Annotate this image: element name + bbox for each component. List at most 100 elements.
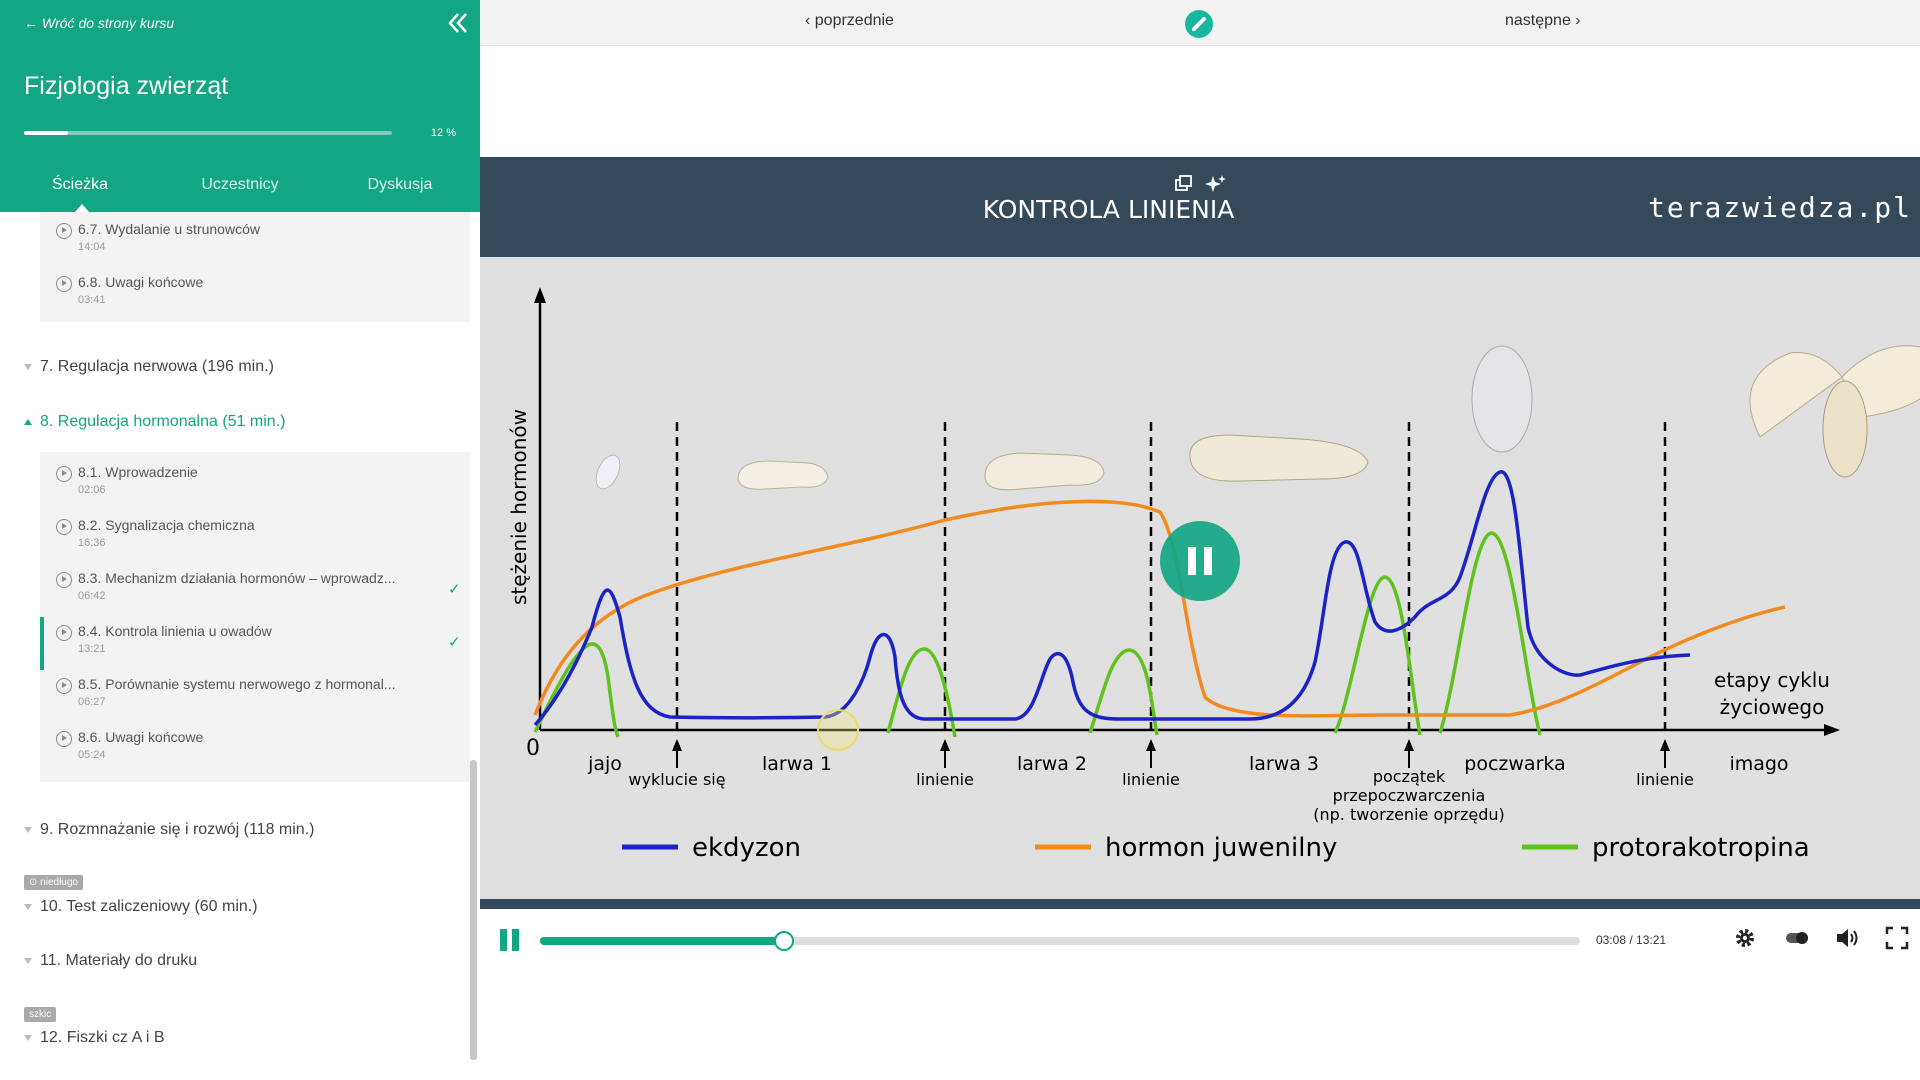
seek-handle[interactable]	[774, 931, 795, 951]
lesson-item[interactable]: 8.2. Sygnalizacja chemiczna 16:36	[40, 511, 470, 564]
section-title: 11. Materiały do druku	[40, 952, 198, 969]
stage-label: poczwarka	[1464, 753, 1565, 775]
play-circle-icon	[56, 625, 72, 641]
lesson-item[interactable]: 6.7. Wydalanie u strunowców 14:04	[40, 215, 470, 268]
event-label: linienie	[916, 770, 974, 789]
video-title-banner: KONTROLA LINIENIA terazwiedza.pl	[480, 157, 1920, 257]
tab-participants[interactable]: Uczestnicy	[160, 176, 320, 194]
lesson-title: 8.3. Mechanizm działania hormonów – wpro…	[78, 570, 396, 586]
origin-label: 0	[526, 736, 540, 761]
video-player[interactable]: KONTROLA LINIENIA terazwiedza.pl 0 stęże…	[480, 157, 1920, 909]
play-circle-icon	[56, 466, 72, 482]
lesson-title: 6.8. Uwagi końcowe	[78, 274, 204, 290]
time-readout: 03:08 / 13:21	[1596, 933, 1667, 947]
sidebar-header: ← Wróć do strony kursu Fizjologia zwierz…	[0, 0, 480, 212]
play-circle-icon	[56, 276, 72, 292]
event-label: wyklucie się	[628, 770, 725, 789]
lesson-title: 8.4. Kontrola linienia u owadów	[78, 623, 272, 639]
volume-icon[interactable]	[1834, 925, 1860, 951]
course-sidebar: ← Wróć do strony kursu Fizjologia zwierz…	[0, 0, 480, 1080]
seek-bar-progress	[540, 937, 785, 945]
section-9[interactable]: 9. Rozmnażanie się i rozwój (118 min.)	[24, 821, 314, 839]
lesson-title: 8.6. Uwagi końcowe	[78, 729, 204, 745]
play-circle-icon	[56, 731, 72, 747]
caret-down-icon	[24, 1034, 32, 1041]
lesson-duration: 03:41	[78, 294, 106, 306]
stage-label: jajo	[587, 753, 622, 775]
edit-button[interactable]	[1185, 10, 1213, 38]
series-protorakotropina-peak-5	[1438, 531, 1542, 736]
pause-icon	[500, 929, 507, 951]
lesson-item[interactable]: 8.5. Porównanie systemu nerwowego z horm…	[40, 670, 470, 723]
lesson-navigation: ‹ poprzednie następne ›	[480, 0, 1920, 46]
fullscreen-icon[interactable]	[1884, 925, 1910, 951]
moth-illustration	[1749, 345, 1920, 478]
section-title: 12. Fiszki cz A i B	[40, 1029, 165, 1046]
section-12[interactable]: 12. Fiszki cz A i B	[24, 1029, 164, 1047]
course-progress-text: 12 %	[430, 127, 456, 139]
larva-illustration-3	[1189, 434, 1369, 482]
sparkles-icon[interactable]	[1204, 173, 1228, 195]
lesson-title: 8.1. Wprowadzenie	[78, 464, 198, 480]
badge-label: niedługo	[40, 877, 78, 888]
x-axis-arrow-icon	[1824, 724, 1840, 736]
lesson-duration: 16:36	[78, 537, 106, 549]
toggle-switch-icon[interactable]	[1784, 925, 1810, 951]
series-ekdyzon	[533, 470, 1691, 727]
lesson-item[interactable]: 8.3. Mechanizm działania hormonów – wpro…	[40, 564, 470, 617]
lesson-item[interactable]: 6.8. Uwagi końcowe 03:41	[40, 268, 470, 321]
x-axis-label-line2: życiowego	[1720, 695, 1825, 719]
course-outline: 6.7. Wydalanie u strunowców 14:04 6.8. U…	[0, 212, 470, 1080]
lesson-duration: 13:21	[78, 643, 106, 655]
section-7[interactable]: 7. Regulacja nerwowa (196 min.)	[24, 358, 274, 376]
picture-in-picture-icon[interactable]	[1172, 173, 1196, 195]
lesson-item-current[interactable]: 8.4. Kontrola linienia u owadów 13:21 ✓	[40, 617, 470, 670]
pause-button[interactable]	[500, 929, 520, 951]
tab-path[interactable]: Ścieżka	[0, 176, 160, 194]
molting-chart: 0 stężenie hormonów etapy cyklu życioweg…	[507, 287, 1920, 863]
play-circle-icon	[56, 678, 72, 694]
section-10[interactable]: 10. Test zaliczeniowy (60 min.)	[24, 898, 258, 916]
stage-label: larwa 1	[762, 753, 832, 775]
sidebar-scrollbar[interactable]	[470, 760, 477, 1060]
previous-lesson-link[interactable]: ‹ poprzednie	[805, 12, 894, 30]
collapse-sidebar-button[interactable]	[440, 8, 472, 38]
video-title: KONTROLA LINIENIA	[982, 195, 1235, 224]
play-circle-icon	[56, 223, 72, 239]
section-6-lessons: 6.7. Wydalanie u strunowców 14:04 6.8. U…	[40, 212, 470, 322]
course-progress-fill	[24, 131, 69, 135]
course-progress-bar	[24, 131, 392, 135]
cocoon-illustration	[1471, 345, 1533, 453]
video-brand-logo: terazwiedza.pl	[1647, 191, 1912, 224]
section-8-lessons: 8.1. Wprowadzenie 02:06 8.2. Sygnalizacj…	[40, 452, 470, 782]
gear-icon[interactable]	[1732, 925, 1758, 951]
active-tab-indicator	[75, 204, 89, 212]
lesson-duration: 06:42	[78, 590, 106, 602]
pause-icon-bar	[1204, 547, 1212, 575]
status-badge-soon: ⊙ niedługo	[24, 875, 83, 890]
play-circle-icon	[56, 572, 72, 588]
back-to-course-link[interactable]: ← Wróć do strony kursu	[24, 15, 174, 31]
section-title: 8. Regulacja hormonalna (51 min.)	[40, 413, 286, 430]
section-8[interactable]: 8. Regulacja hormonalna (51 min.)	[24, 413, 285, 431]
course-title: Fizjologia zwierząt	[24, 72, 229, 100]
lesson-item[interactable]: 8.1. Wprowadzenie 02:06	[40, 458, 470, 511]
lesson-item[interactable]: 8.6. Uwagi końcowe 05:24	[40, 723, 470, 776]
section-11[interactable]: 11. Materiały do druku	[24, 952, 197, 970]
pause-overlay-circle	[1160, 521, 1240, 601]
larva-illustration-1	[737, 460, 829, 490]
seek-bar[interactable]	[540, 931, 1580, 951]
stage-label: larwa 3	[1249, 753, 1319, 775]
stage-label: imago	[1729, 753, 1788, 775]
series-protorakotropina-peak-3	[1088, 648, 1159, 736]
video-pause-overlay-button[interactable]	[1160, 521, 1240, 601]
event-label: przepoczwarczenia	[1333, 786, 1486, 805]
event-label: linienie	[1636, 770, 1694, 789]
arrow-up-icon	[672, 739, 682, 768]
event-label: początek	[1373, 767, 1446, 786]
double-chevron-left-icon	[448, 13, 467, 33]
next-lesson-link[interactable]: następne ›	[1505, 12, 1581, 30]
sidebar-tabs: Ścieżka Uczestnicy Dyskusja	[0, 168, 480, 212]
section-title: 9. Rozmnażanie się i rozwój (118 min.)	[40, 821, 315, 838]
tab-discussion[interactable]: Dyskusja	[320, 176, 480, 194]
